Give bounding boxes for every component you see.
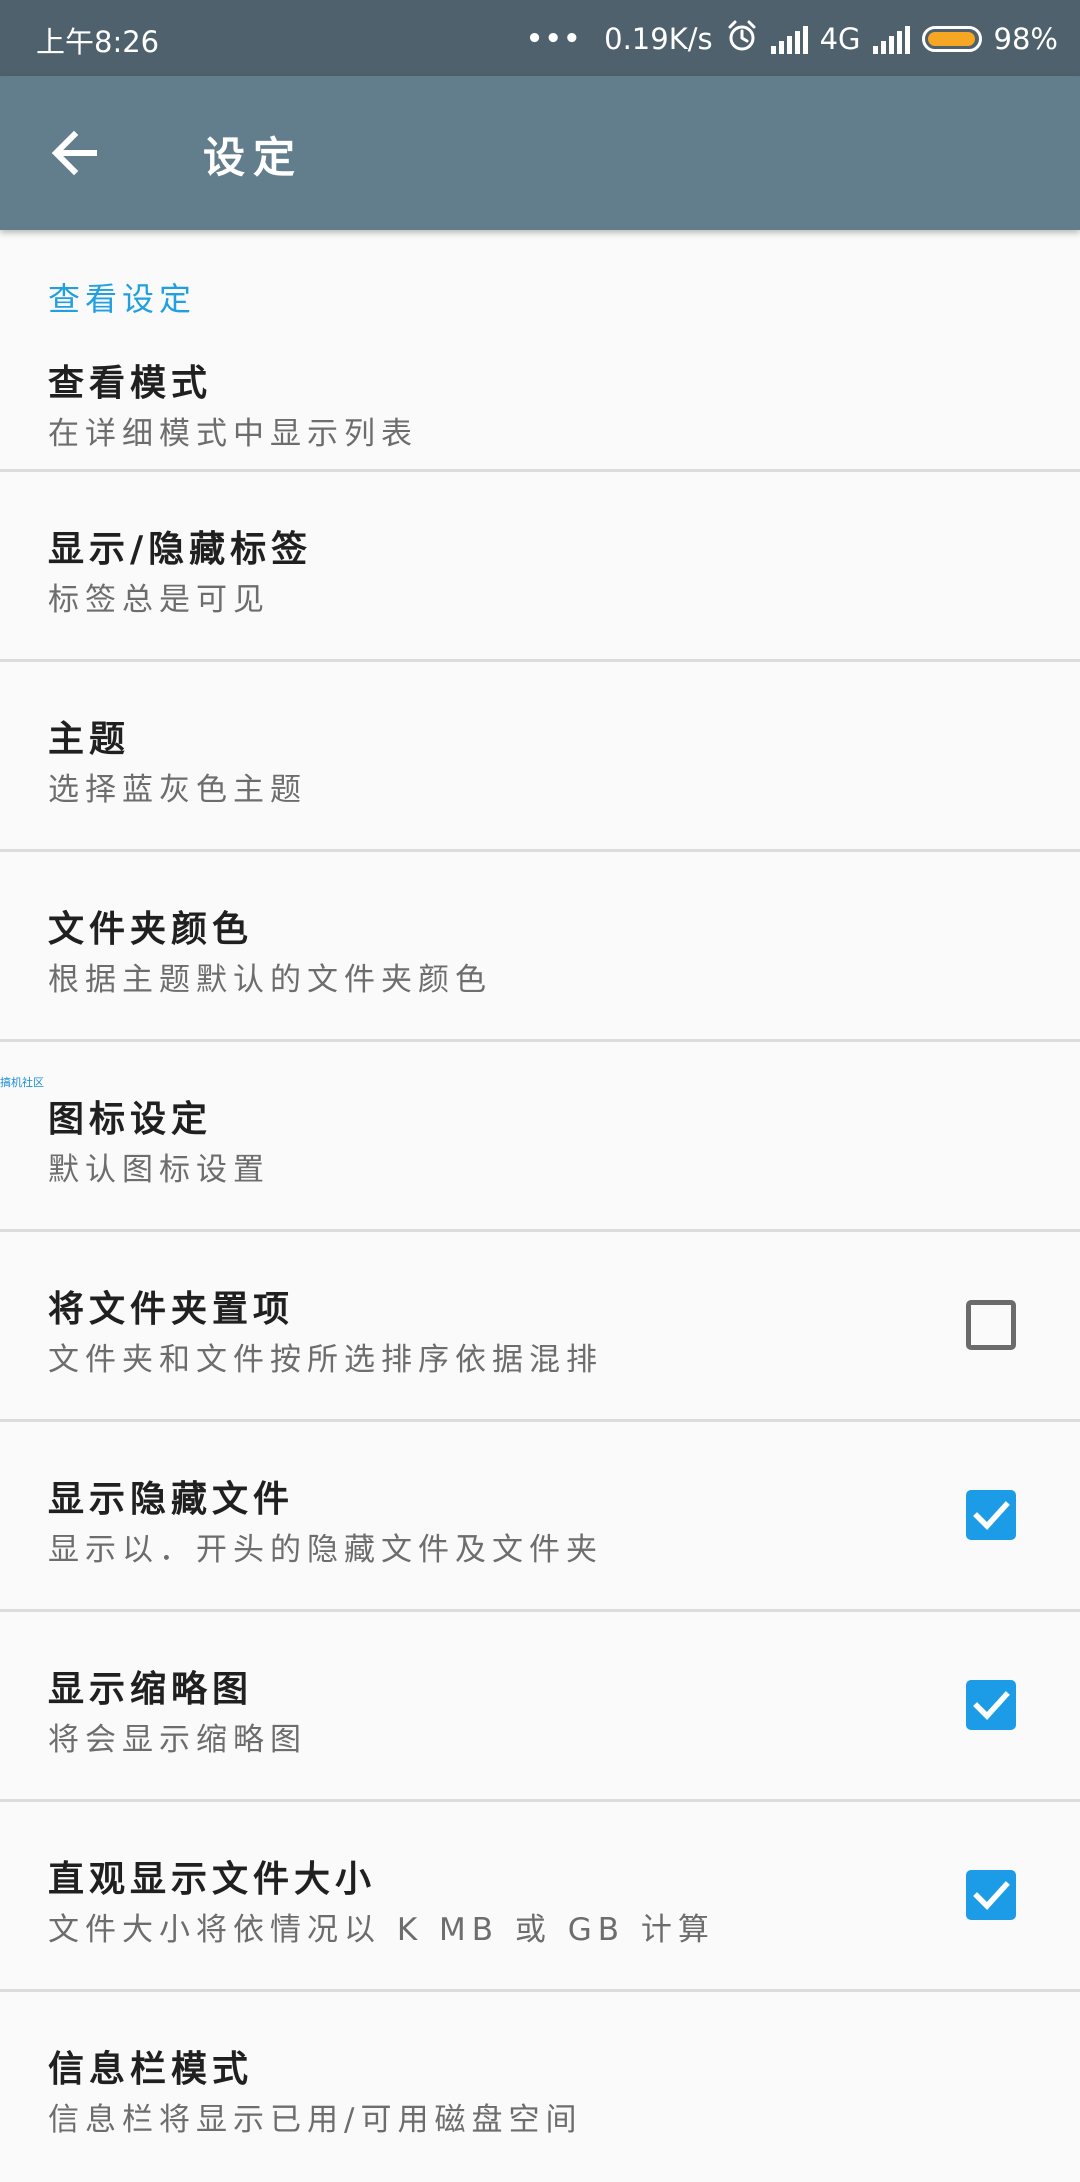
pref-summary: 选择蓝灰色主题: [48, 772, 307, 808]
pref-title: 将文件夹置项: [48, 1289, 295, 1330]
network-type: 4G: [819, 22, 861, 56]
signal-icon-2: [872, 24, 910, 54]
back-button[interactable]: [44, 121, 108, 185]
app-bar: 设定: [0, 76, 1080, 230]
pref-title: 显示隐藏文件: [48, 1479, 295, 1520]
pref-folder-color[interactable]: 文件夹颜色 根据主题默认的文件夹颜色: [0, 852, 1080, 1042]
status-bar: 上午8:26 ••• 0.19K/s 4G 98%: [0, 0, 1080, 76]
show-hidden-files-checkbox[interactable]: [966, 1490, 1016, 1540]
network-speed: 0.19K/s: [604, 22, 713, 56]
folders-on-top-checkbox[interactable]: [966, 1300, 1016, 1350]
page-title: 设定: [203, 133, 304, 182]
pref-summary: 默认图标设置: [48, 1152, 270, 1188]
alarm-icon: [725, 19, 759, 60]
notification-dots: •••: [526, 24, 583, 54]
watermark: 搞机社区: [0, 1076, 44, 1089]
pref-readable-file-size[interactable]: 直观显示文件大小 文件大小将依情况以 K MB 或 GB 计算: [0, 1802, 1080, 1992]
show-thumbnails-checkbox[interactable]: [966, 1680, 1016, 1730]
check-icon: [973, 1501, 1010, 1530]
pref-summary: 文件夹和文件按所选排序依据混排: [48, 1342, 603, 1378]
pref-title: 直观显示文件大小: [48, 1859, 377, 1900]
signal-icon: [770, 24, 808, 54]
pref-view-mode[interactable]: 查看模式 在详细模式中显示列表: [0, 328, 1080, 472]
pref-icon-settings[interactable]: 图标设定 默认图标设置: [0, 1042, 1080, 1232]
pref-show-hide-tabs[interactable]: 显示/隐藏标签 标签总是可见: [0, 472, 1080, 662]
pref-title: 信息栏模式: [48, 2049, 254, 2090]
battery-icon: [921, 26, 982, 52]
pref-info-bar-mode[interactable]: 信息栏模式 信息栏将显示已用/可用磁盘空间: [0, 1992, 1080, 2182]
pref-show-thumbnails[interactable]: 显示缩略图 将会显示缩略图: [0, 1612, 1080, 1802]
pref-title: 文件夹颜色: [48, 909, 254, 950]
section-header: 查看设定: [48, 280, 197, 318]
pref-summary: 标签总是可见: [48, 582, 270, 618]
readable-file-size-checkbox[interactable]: [966, 1870, 1016, 1920]
check-icon: [973, 1691, 1010, 1720]
settings-list: 查看设定 查看模式 在详细模式中显示列表 显示/隐藏标签 标签总是可见 主题 选…: [0, 230, 1080, 2182]
status-time: 上午8:26: [36, 25, 160, 59]
pref-summary: 文件大小将依情况以 K MB 或 GB 计算: [48, 1912, 715, 1948]
pref-title: 显示/隐藏标签: [48, 529, 313, 570]
pref-theme[interactable]: 主题 选择蓝灰色主题: [0, 662, 1080, 852]
pref-summary: 将会显示缩略图: [48, 1722, 307, 1758]
pref-summary: 信息栏将显示已用/可用磁盘空间: [48, 2102, 583, 2138]
pref-title: 图标设定: [48, 1099, 213, 1140]
status-icons: ••• 0.19K/s 4G 98%: [526, 14, 1058, 64]
pref-show-hidden-files[interactable]: 显示隐藏文件 显示以．开头的隐藏文件及文件夹: [0, 1422, 1080, 1612]
arrow-left-icon: [51, 130, 97, 176]
pref-summary: 显示以．开头的隐藏文件及文件夹: [48, 1532, 603, 1568]
pref-summary: 在详细模式中显示列表: [48, 416, 418, 452]
pref-summary: 根据主题默认的文件夹颜色: [48, 962, 492, 998]
pref-title: 显示缩略图: [48, 1669, 254, 1710]
pref-folders-on-top[interactable]: 将文件夹置项 文件夹和文件按所选排序依据混排: [0, 1232, 1080, 1422]
battery-percent: 98%: [993, 22, 1058, 56]
check-icon: [973, 1881, 1010, 1910]
pref-title: 查看模式: [48, 363, 213, 404]
pref-title: 主题: [48, 719, 131, 760]
